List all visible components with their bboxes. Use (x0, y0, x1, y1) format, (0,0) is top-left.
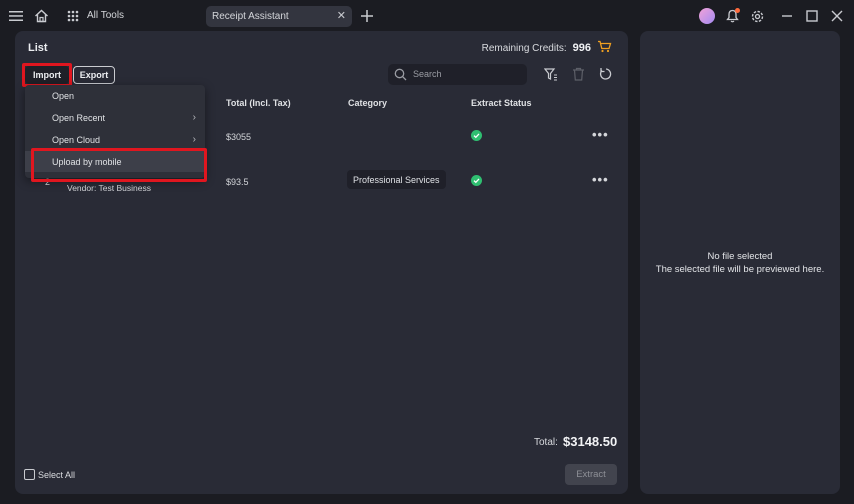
credits-label: Remaining Credits: (481, 42, 567, 54)
list-title: List (28, 42, 48, 54)
preview-empty-hint: The selected file will be previewed here… (655, 264, 825, 275)
filter-icon[interactable] (544, 68, 558, 81)
select-all-label[interactable]: Select All (38, 470, 75, 480)
close-tab-icon[interactable]: ✕ (337, 9, 346, 22)
preview-panel: No file selected The selected file will … (640, 31, 840, 494)
check-circle-icon (471, 130, 482, 141)
row-2-vendor: Vendor: Test Business (67, 183, 151, 193)
avatar[interactable] (699, 8, 715, 24)
tab-receipt-assistant[interactable]: Receipt Assistant ✕ (206, 6, 352, 27)
title-bar: All Tools Receipt Assistant ✕ (0, 0, 854, 33)
search-placeholder: Search (413, 69, 442, 79)
total-value: $3148.50 (563, 434, 618, 449)
grid-icon[interactable] (67, 10, 79, 22)
close-icon[interactable] (830, 9, 844, 23)
column-total: Total (Incl. Tax) (226, 98, 291, 108)
menu-icon[interactable] (9, 9, 23, 23)
column-category: Category (348, 98, 388, 108)
select-all-checkbox[interactable] (24, 469, 35, 480)
menu-item-open-cloud[interactable]: Open Cloud › (25, 129, 205, 150)
row-1-more-button[interactable]: ••• (592, 127, 609, 142)
new-tab-icon[interactable] (359, 8, 374, 23)
menu-item-label: Open Recent (52, 113, 106, 123)
search-icon (394, 68, 407, 81)
menu-item-open-recent[interactable]: Open Recent › (25, 107, 205, 128)
gear-icon[interactable] (750, 9, 765, 24)
export-button[interactable]: Export (73, 66, 115, 84)
menu-item-open[interactable]: Open (25, 85, 205, 106)
home-icon[interactable] (34, 8, 49, 23)
import-highlight (22, 63, 72, 87)
notification-dot (735, 8, 740, 13)
remaining-credits: Remaining Credits: 996 (482, 40, 612, 56)
minimize-icon[interactable] (780, 9, 794, 23)
row-2-more-button[interactable]: ••• (592, 172, 609, 187)
refresh-icon[interactable] (599, 67, 613, 81)
credits-value: 996 (572, 42, 591, 54)
total-label: Total: (534, 437, 558, 448)
chevron-right-icon: › (192, 112, 196, 123)
row-2-category-badge: Professional Services (347, 170, 446, 189)
menu-item-label: Open Cloud (52, 135, 101, 145)
upload-highlight (31, 148, 207, 182)
tab-title: Receipt Assistant (212, 11, 289, 22)
check-circle-icon (471, 175, 482, 186)
cart-icon[interactable] (597, 40, 612, 56)
preview-empty-title: No file selected (707, 251, 773, 262)
extract-button[interactable]: Extract (565, 464, 617, 485)
chevron-right-icon: › (192, 134, 196, 145)
row-1-total: $3055 (226, 132, 252, 142)
search-input[interactable]: Search (388, 64, 527, 85)
menu-item-label: Open (52, 91, 75, 101)
trash-icon[interactable] (572, 67, 585, 81)
column-extract-status: Extract Status (471, 98, 532, 108)
maximize-icon[interactable] (805, 9, 819, 23)
all-tools-label[interactable]: All Tools (87, 10, 124, 21)
row-2-total: $93.5 (226, 177, 249, 187)
